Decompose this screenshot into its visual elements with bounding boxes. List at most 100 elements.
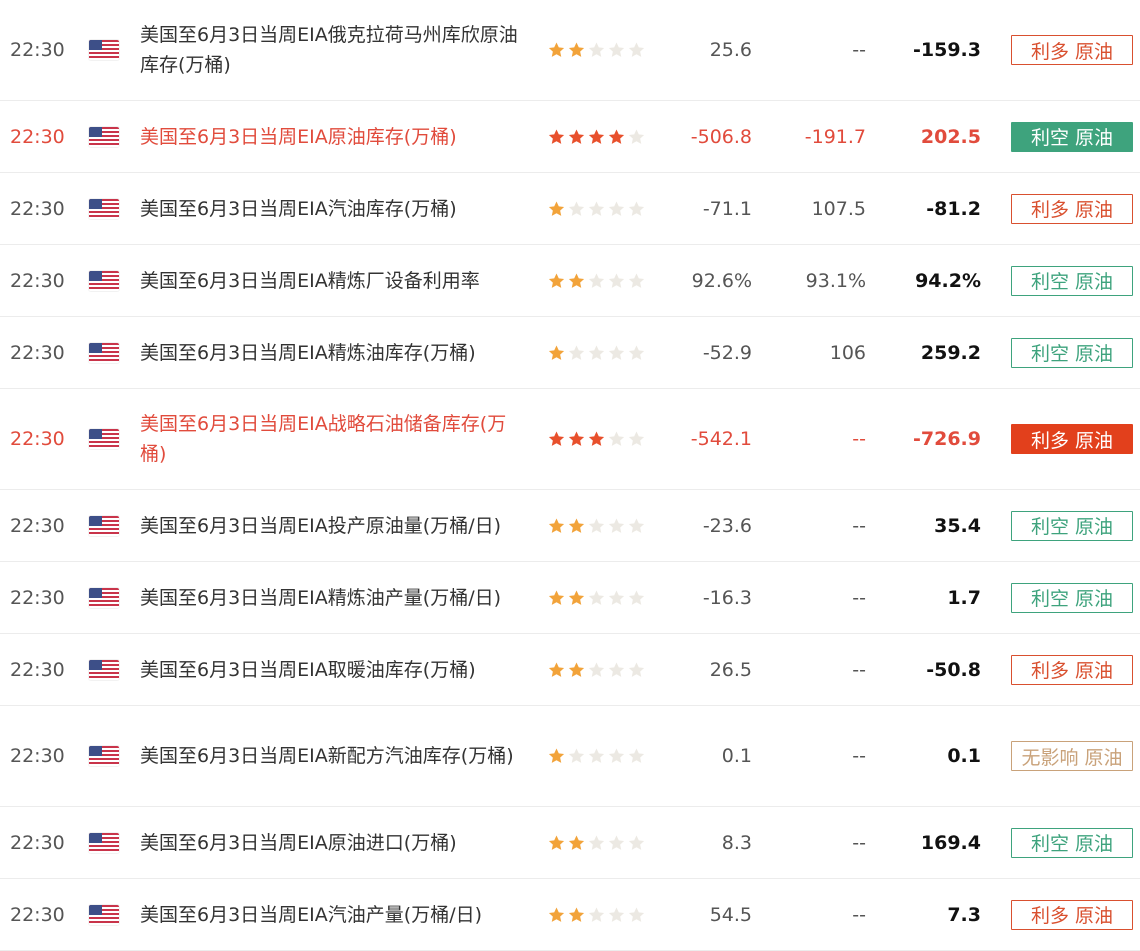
- star-icon: [548, 344, 565, 360]
- impact-badge[interactable]: 利空 原油: [1011, 337, 1133, 368]
- us-flag-icon: [89, 746, 119, 766]
- indicator-name[interactable]: 美国至6月3日当周EIA精炼厂设备利用率: [140, 266, 530, 296]
- indicator-name[interactable]: 美国至6月3日当周EIA战略石油储备库存(万桶): [140, 409, 530, 469]
- previous-value: 25.6: [709, 39, 752, 61]
- star-icon: [568, 834, 585, 850]
- indicator-name[interactable]: 美国至6月3日当周EIA俄克拉荷马州库欣原油库存(万桶): [140, 20, 530, 80]
- impact-badge[interactable]: 利多 原油: [1011, 424, 1133, 454]
- impact-badge[interactable]: 利空 原油: [1011, 121, 1133, 152]
- us-flag-icon: [89, 515, 119, 536]
- impact-badge[interactable]: 无影响 原油: [1011, 741, 1133, 771]
- indicator-name[interactable]: 美国至6月3日当周EIA投产原油量(万桶/日): [140, 511, 530, 541]
- calendar-row[interactable]: 22:30 美国至6月3日当周EIA原油库存(万桶) -506.8 -191.7 202…: [0, 101, 1140, 173]
- impact-badge[interactable]: 利空 原油: [1011, 582, 1133, 613]
- calendar-row[interactable]: 22:30 美国至6月3日当周EIA原油进口(万桶) 8.3 -- 169.4 利空 原油: [0, 807, 1140, 879]
- actual-value: 94.2%: [915, 269, 981, 292]
- release-time: 22:30: [10, 341, 65, 364]
- calendar-row[interactable]: 22:30 美国至6月3日当周EIA战略石油储备库存(万桶) -542.1 -- -72…: [0, 389, 1140, 490]
- forecast-value: -191.7: [804, 125, 866, 148]
- previous-value: -71.1: [702, 197, 752, 220]
- indicator-name[interactable]: 美国至6月3日当周EIA新配方汽油库存(万桶): [140, 741, 530, 771]
- calendar-row[interactable]: 22:30 美国至6月3日当周EIA俄克拉荷马州库欣原油库存(万桶) 25.6 -- -…: [0, 0, 1140, 101]
- us-flag-icon: [89, 587, 119, 608]
- impact-badge[interactable]: 利多 原油: [1011, 654, 1133, 685]
- actual-value: -726.9: [913, 428, 981, 450]
- star-icon: [568, 431, 585, 446]
- star-icon: [628, 272, 645, 288]
- star-icon: [568, 517, 585, 533]
- star-icon: [628, 128, 645, 144]
- calendar-row[interactable]: 22:30 美国至6月3日当周EIA取暖油库存(万桶) 26.5 -- -50.8 利多 …: [0, 634, 1140, 706]
- indicator-name[interactable]: 美国至6月3日当周EIA精炼油产量(万桶/日): [140, 583, 530, 613]
- calendar-row[interactable]: 22:30 美国至6月3日当周EIA精炼油产量(万桶/日) -16.3 -- 1.7 利空…: [0, 562, 1140, 634]
- indicator-name[interactable]: 美国至6月3日当周EIA原油库存(万桶): [140, 122, 530, 152]
- us-flag-icon: [89, 126, 119, 147]
- indicator-name[interactable]: 美国至6月3日当周EIA精炼油库存(万桶): [140, 338, 530, 368]
- star-icon: [588, 517, 605, 533]
- actual-value: -81.2: [926, 197, 981, 220]
- previous-value: -16.3: [702, 586, 752, 609]
- impact-badge[interactable]: 利空 原油: [1011, 510, 1133, 541]
- star-icon: [588, 128, 605, 144]
- star-icon: [568, 906, 585, 922]
- release-time: 22:30: [10, 428, 65, 450]
- star-icon: [588, 272, 605, 288]
- importance-stars: [547, 127, 646, 146]
- impact-badge[interactable]: 利多 原油: [1011, 193, 1133, 224]
- star-icon: [568, 272, 585, 288]
- release-time: 22:30: [10, 586, 65, 609]
- impact-badge[interactable]: 利空 原油: [1011, 827, 1133, 858]
- star-icon: [608, 344, 625, 360]
- previous-value: 8.3: [721, 831, 752, 854]
- star-icon: [548, 834, 565, 850]
- us-flag-icon: [89, 429, 119, 449]
- indicator-name[interactable]: 美国至6月3日当周EIA原油进口(万桶): [140, 828, 530, 858]
- star-icon: [608, 589, 625, 605]
- star-icon: [628, 517, 645, 533]
- star-icon: [608, 431, 625, 446]
- previous-value: 54.5: [709, 903, 752, 926]
- star-icon: [608, 906, 625, 922]
- us-flag-icon: [89, 659, 119, 680]
- star-icon: [628, 589, 645, 605]
- actual-value: 202.5: [920, 125, 981, 148]
- importance-stars: [547, 905, 646, 924]
- calendar-row[interactable]: 22:30 美国至6月3日当周EIA汽油库存(万桶) -71.1 107.5 -81.2…: [0, 173, 1140, 245]
- forecast-value: --: [852, 831, 866, 854]
- star-icon: [588, 748, 605, 763]
- star-icon: [628, 906, 645, 922]
- previous-value: -23.6: [702, 514, 752, 537]
- forecast-value: --: [852, 39, 866, 61]
- indicator-name[interactable]: 美国至6月3日当周EIA汽油库存(万桶): [140, 194, 530, 224]
- actual-value: 169.4: [920, 831, 981, 854]
- forecast-value: 107.5: [811, 197, 866, 220]
- us-flag-icon: [89, 832, 119, 853]
- importance-stars: [547, 833, 646, 852]
- calendar-row[interactable]: 22:30 美国至6月3日当周EIA汽油产量(万桶/日) 54.5 -- 7.3 利多 原…: [0, 879, 1140, 951]
- impact-badge[interactable]: 利多 原油: [1011, 899, 1133, 930]
- importance-stars: [547, 588, 646, 607]
- importance-stars: [547, 516, 646, 535]
- previous-value: -542.1: [690, 428, 752, 450]
- indicator-name[interactable]: 美国至6月3日当周EIA汽油产量(万桶/日): [140, 900, 530, 930]
- us-flag-icon: [89, 270, 119, 291]
- star-icon: [608, 42, 625, 57]
- forecast-value: --: [852, 658, 866, 681]
- us-flag-icon: [89, 40, 119, 60]
- impact-badge[interactable]: 利多 原油: [1011, 35, 1133, 65]
- calendar-row[interactable]: 22:30 美国至6月3日当周EIA投产原油量(万桶/日) -23.6 -- 35.4 利…: [0, 490, 1140, 562]
- indicator-name[interactable]: 美国至6月3日当周EIA取暖油库存(万桶): [140, 655, 530, 685]
- calendar-row[interactable]: 22:30 美国至6月3日当周EIA精炼油库存(万桶) -52.9 106 259.2 利…: [0, 317, 1140, 389]
- importance-stars: [547, 660, 646, 679]
- star-icon: [588, 589, 605, 605]
- star-icon: [628, 661, 645, 677]
- calendar-row[interactable]: 22:30 美国至6月3日当周EIA精炼厂设备利用率 92.6% 93.1% 94.2%…: [0, 245, 1140, 317]
- actual-value: 0.1: [947, 745, 981, 767]
- forecast-value: --: [852, 586, 866, 609]
- star-icon: [588, 431, 605, 446]
- previous-value: 0.1: [721, 745, 752, 767]
- calendar-row[interactable]: 22:30 美国至6月3日当周EIA新配方汽油库存(万桶) 0.1 -- 0.1 无影响 …: [0, 706, 1140, 807]
- release-time: 22:30: [10, 269, 65, 292]
- impact-badge[interactable]: 利空 原油: [1011, 265, 1133, 296]
- release-time: 22:30: [10, 658, 65, 681]
